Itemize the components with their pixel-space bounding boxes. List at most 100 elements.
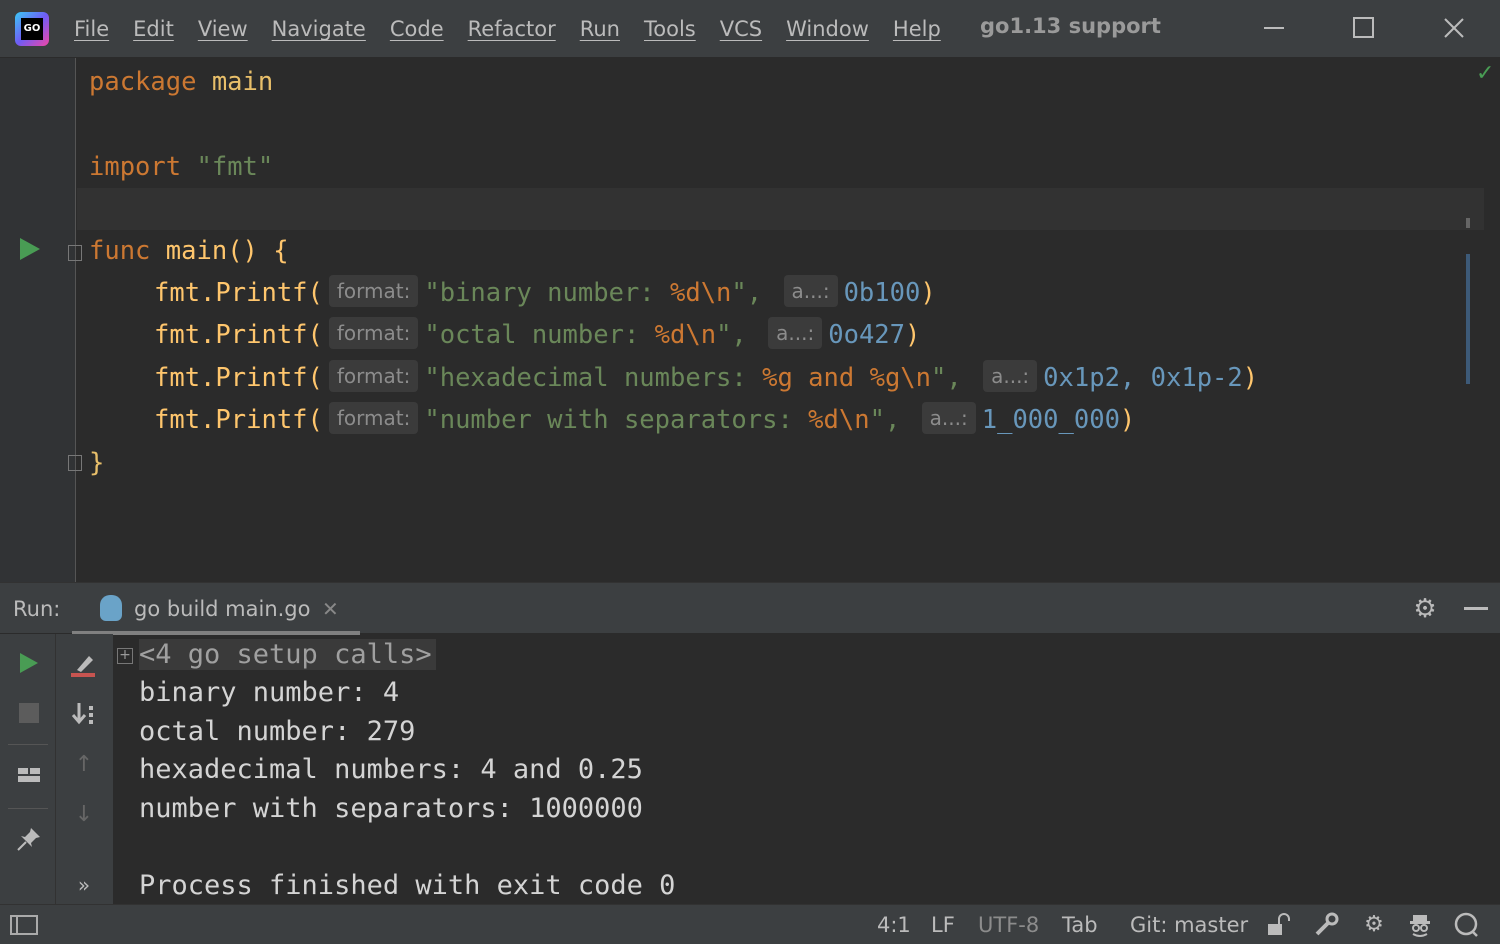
format-string: "number with separators: — [424, 405, 809, 435]
console-line: octal number: 279 — [139, 716, 416, 747]
console-output[interactable]: + <4 go setup calls> binary number: 4 oc… — [113, 634, 1500, 904]
menu-run[interactable]: Run — [568, 17, 632, 41]
code-editor[interactable]: ✓ package main import "fmt" func main() … — [0, 58, 1500, 582]
code-line-func: func main() { — [89, 230, 289, 272]
editor-gutter — [0, 58, 76, 582]
run-tool-window: Run: go build main.go ✕ ⚙ ↑ ↓ » + <4 go … — [0, 582, 1500, 904]
menu-bar: File Edit View Navigate Code Refactor Ru… — [74, 0, 953, 58]
code-line-printf-3: fmt.Printf(format: "hexadecimal numbers: … — [154, 357, 1258, 399]
package-name: main — [211, 67, 274, 97]
file-encoding[interactable]: UTF-8 — [978, 913, 1039, 937]
format-verb: %d\n — [654, 320, 717, 350]
more-actions-icon[interactable]: » — [69, 870, 99, 900]
folded-setup-calls[interactable]: <4 go setup calls> — [139, 639, 436, 670]
run-configuration-tab[interactable]: go build main.go ✕ — [72, 583, 360, 635]
close-window-button[interactable] — [1434, 8, 1474, 48]
inspection-ok-icon[interactable]: ✓ — [1476, 63, 1498, 85]
menu-file[interactable]: File — [74, 17, 121, 41]
close-icon — [1444, 18, 1464, 38]
format-verb: %g and %g\n — [762, 363, 932, 393]
keyword: package — [89, 67, 197, 97]
gears-icon[interactable]: ⚙ — [1360, 911, 1388, 939]
clear-all-icon[interactable] — [69, 648, 99, 678]
unlock-icon[interactable] — [1264, 911, 1292, 939]
menu-help[interactable]: Help — [881, 17, 953, 41]
scroll-to-end-icon[interactable] — [69, 698, 99, 728]
gear-icon[interactable]: ⚙ — [1410, 594, 1440, 624]
rerun-icon[interactable] — [14, 648, 44, 678]
fold-end-marker-icon[interactable] — [68, 455, 82, 471]
restore-layout-icon[interactable] — [14, 760, 44, 790]
tool-windows-toggle-icon[interactable] — [10, 915, 38, 935]
keyword: import — [89, 152, 182, 182]
string-end: ", — [716, 320, 747, 350]
maximize-icon — [1353, 17, 1374, 38]
caret-line-highlight — [77, 188, 1484, 230]
parameter-hint: format: — [328, 360, 419, 392]
parameter-hint: a...: — [768, 317, 823, 349]
format-string: "octal number: — [424, 320, 655, 350]
minimize-button[interactable] — [1254, 8, 1294, 48]
close-tab-icon[interactable]: ✕ — [322, 597, 339, 621]
code-line-close-brace: } — [89, 448, 105, 478]
console-line: number with separators: 1000000 — [139, 793, 643, 824]
string-end: ", — [869, 405, 901, 435]
line-separator[interactable]: LF — [931, 913, 955, 937]
menu-navigate[interactable]: Navigate — [260, 17, 378, 41]
arrow-down-icon[interactable]: ↓ — [69, 800, 99, 830]
gopher-icon — [100, 595, 122, 621]
logo-text: GO — [21, 18, 43, 40]
menu-tools[interactable]: Tools — [632, 17, 708, 41]
scrollbar-marker — [1466, 218, 1470, 228]
minimize-icon — [1264, 27, 1284, 29]
project-title: go1.13 support — [980, 14, 1161, 38]
wrench-icon[interactable] — [1312, 911, 1340, 939]
number-literal: 0x1p2, 0x1p-2 — [1043, 363, 1243, 393]
parameter-hint: format: — [328, 275, 419, 307]
call: fmt.Printf( — [154, 363, 323, 393]
editor-scrollbar-thumb[interactable] — [1466, 254, 1470, 384]
menu-view[interactable]: View — [186, 17, 260, 41]
code-line-printf-1: fmt.Printf(format: "binary number: %d\n",… — [154, 272, 936, 314]
menu-refactor[interactable]: Refactor — [456, 17, 568, 41]
expand-icon[interactable]: + — [117, 648, 133, 664]
run-label: Run: — [13, 597, 61, 621]
pin-tab-icon[interactable] — [14, 824, 44, 854]
menu-code[interactable]: Code — [378, 17, 456, 41]
menu-vcs[interactable]: VCS — [708, 17, 774, 41]
menu-edit[interactable]: Edit — [121, 17, 186, 41]
run-tool-window-header: Run: go build main.go ✕ ⚙ — [0, 582, 1500, 635]
inspector-icon[interactable] — [1406, 911, 1434, 939]
function-signature: main() { — [165, 236, 289, 266]
stop-icon[interactable] — [14, 698, 44, 728]
format-verb: %d\n — [808, 405, 870, 435]
run-main-icon[interactable] — [20, 238, 40, 260]
toolbar-divider — [8, 744, 48, 745]
git-branch[interactable]: Git: master — [1130, 913, 1248, 937]
number-literal: 1_000_000 — [981, 405, 1120, 435]
number-literal: 0b100 — [843, 278, 921, 308]
close-paren: ) — [1242, 363, 1259, 393]
parameter-hint: format: — [328, 402, 419, 434]
parameter-hint: format: — [328, 317, 419, 349]
console-line: binary number: 4 — [139, 677, 400, 708]
indent-setting[interactable]: Tab — [1062, 913, 1098, 937]
close-paren: ) — [920, 278, 936, 308]
call: fmt.Printf( — [154, 405, 323, 435]
code-line-package: package main — [89, 61, 273, 103]
keyword: func — [89, 236, 151, 266]
maximize-button[interactable] — [1344, 8, 1384, 48]
arrow-up-icon[interactable]: ↑ — [69, 750, 99, 780]
fold-marker-icon[interactable] — [68, 245, 82, 261]
call: fmt.Printf( — [154, 278, 323, 308]
code-line-printf-4: fmt.Printf(format: "number with separator… — [154, 399, 1135, 441]
event-log-icon[interactable] — [1452, 911, 1480, 939]
hide-panel-icon[interactable] — [1464, 607, 1488, 610]
menu-window[interactable]: Window — [774, 17, 881, 41]
code-line-printf-2: fmt.Printf(format: "octal number: %d\n", … — [154, 314, 920, 356]
parameter-hint: a...: — [921, 402, 976, 434]
caret-position[interactable]: 4:1 — [877, 913, 911, 937]
string-end: ", — [931, 363, 962, 393]
process-exit-line: Process finished with exit code 0 — [139, 870, 676, 901]
number-literal: 0o427 — [828, 320, 905, 350]
